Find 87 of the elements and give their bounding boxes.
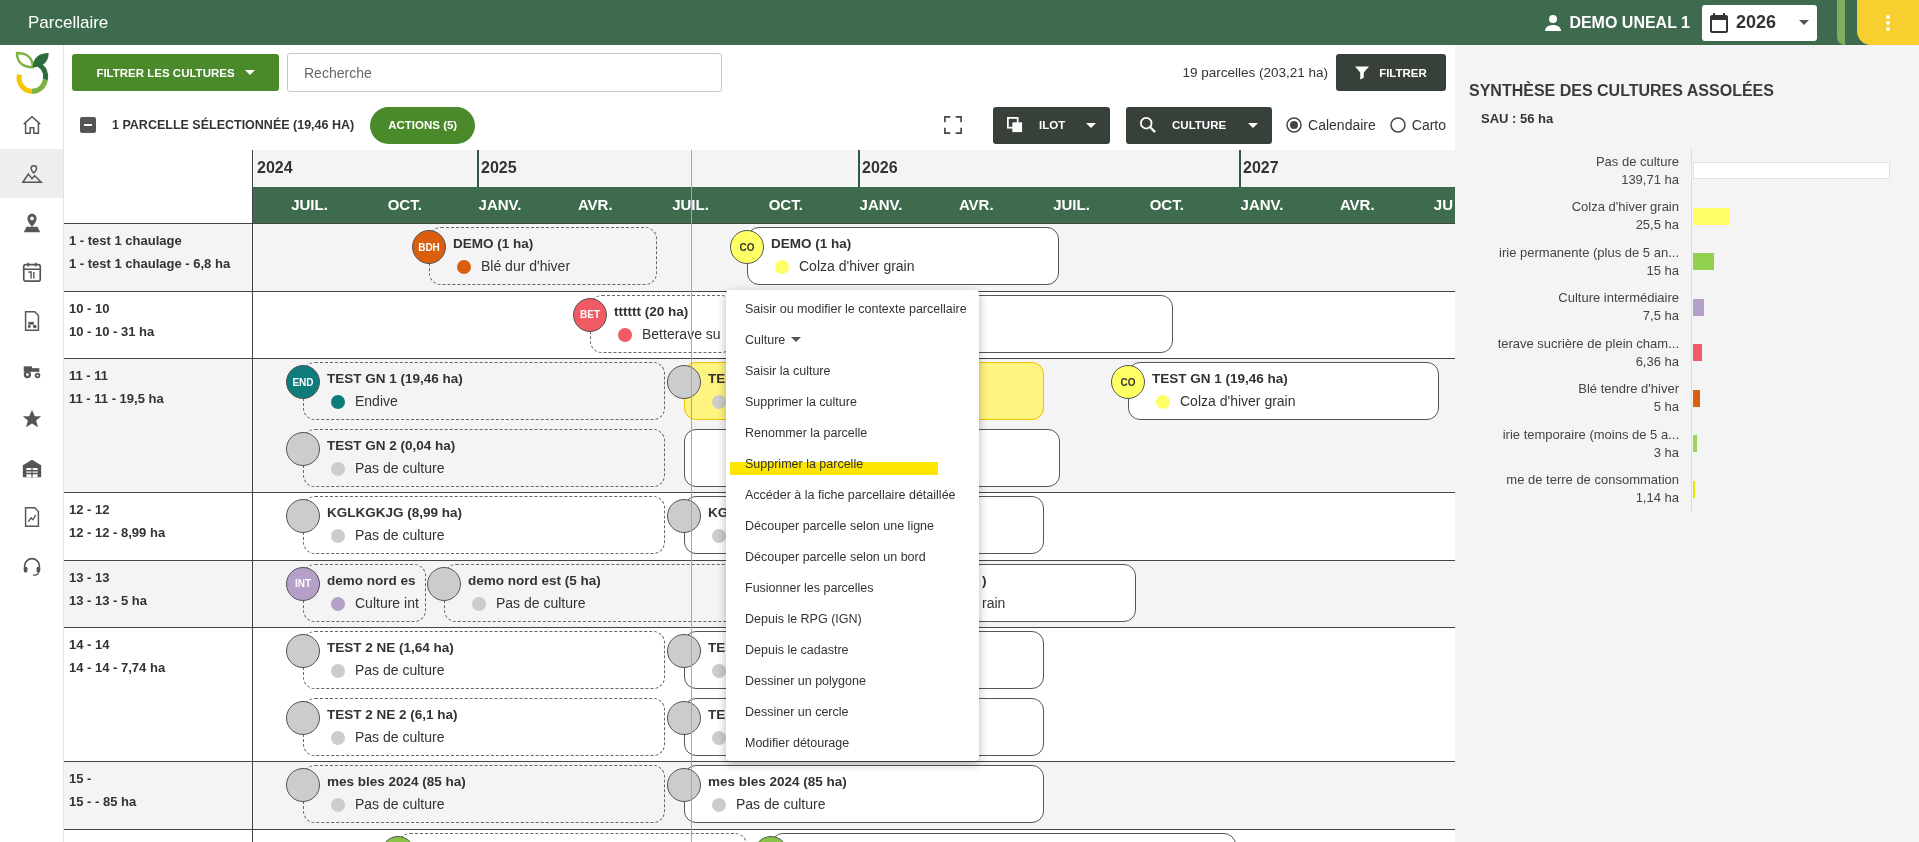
crop-name: rain bbox=[982, 594, 1006, 611]
parcel-name: 14 - 14 bbox=[69, 637, 111, 652]
crop-label: irie permanente (plus de 5 an... bbox=[1499, 243, 1679, 262]
year-label: 2024 bbox=[257, 159, 293, 177]
year-label: 2025 bbox=[481, 159, 517, 177]
crop-label: me de terre de consommation bbox=[1506, 471, 1679, 490]
month-label: JANV. bbox=[1240, 196, 1284, 213]
crop-label: Pas de culture bbox=[1595, 152, 1679, 171]
area-label: 1,14 ha bbox=[1635, 489, 1679, 508]
parcel-area: 14 - 14 - 7,74 ha bbox=[69, 660, 252, 675]
crop-name: Culture int bbox=[355, 594, 419, 611]
card-title: TE bbox=[708, 371, 726, 386]
parcel-name: 10 - 10 bbox=[69, 300, 111, 316]
area-label: 7,5 ha bbox=[1642, 307, 1679, 326]
crop-name: Colza d'hiver grain bbox=[799, 258, 915, 274]
panel-title: SYNTHÈSE DES CULTURES ASSOLÉES bbox=[1469, 81, 1775, 101]
parcel-area: 13 - 13 - 5 ha bbox=[69, 592, 252, 608]
month-label: JANV. bbox=[478, 196, 522, 213]
parcel-area: 15 - - 85 ha bbox=[69, 794, 252, 809]
month-label: JUIL. bbox=[1053, 196, 1090, 213]
card-title: TEST 2 NE (1,64 ha) bbox=[327, 640, 454, 655]
card-title: mes bles 2024 (85 ha) bbox=[708, 774, 847, 789]
crop-badge: END bbox=[286, 365, 320, 399]
parcel-count: 19 parcelles (203,21 ha) bbox=[1182, 65, 1328, 80]
card-title: mes bles 2024 (85 ha) bbox=[327, 774, 466, 789]
crop-name: Pas de culture bbox=[355, 459, 445, 476]
parcel-name: 13 - 13 bbox=[69, 569, 111, 585]
card-title: TEST GN 2 (0,04 ha) bbox=[327, 437, 456, 453]
crop-name: Pas de culture bbox=[355, 728, 445, 745]
crop-badge: CO bbox=[1111, 365, 1145, 399]
year-label: 2027 bbox=[1243, 159, 1279, 177]
selection-label: 1 PARCELLE SÉLECTIONNÉE (19,46 HA) bbox=[112, 118, 355, 132]
parcel-area: 1 - test 1 chaulage - 6,8 ha bbox=[69, 256, 252, 271]
crop-label: Blé tendre d'hiver bbox=[1578, 380, 1679, 399]
crop-label: irie temporaire (moins de 5 a... bbox=[1502, 425, 1679, 444]
parcel-name: 1 - test 1 chaulage bbox=[69, 233, 183, 248]
parcel-area: 11 - 11 - 19,5 ha bbox=[69, 391, 252, 406]
crop-name: Pas de culture bbox=[355, 662, 445, 678]
crop-badge: CO bbox=[730, 230, 764, 264]
month-label: JANV. bbox=[859, 196, 903, 213]
year-label: 2026 bbox=[862, 159, 898, 177]
parcel-name: 11 - 11 bbox=[69, 368, 110, 383]
crop-name: Pas de culture bbox=[496, 594, 586, 611]
crop-name: Pas de culture bbox=[736, 796, 826, 812]
card-title: TEST GN 1 (19,46 ha) bbox=[327, 371, 463, 386]
crop-name: Pas de culture bbox=[355, 796, 445, 812]
crop-label: Colza d'hiver grain bbox=[1571, 198, 1679, 217]
crop-label: Culture intermédiaire bbox=[1558, 289, 1679, 308]
card-title: demo nord est (5 ha) bbox=[468, 572, 601, 588]
area-label: 3 ha bbox=[1653, 443, 1679, 462]
area-label: 5 ha bbox=[1653, 398, 1679, 417]
month-label: OCT. bbox=[768, 196, 803, 213]
card-title: demo nord es bbox=[327, 572, 416, 588]
parcel-area: 12 - 12 - 8,99 ha bbox=[69, 525, 252, 540]
area-label: 6,36 ha bbox=[1635, 352, 1679, 371]
month-label: AVR. bbox=[577, 196, 613, 213]
card-title: ) bbox=[982, 572, 987, 588]
card-title: TEST 2 NE 2 (6,1 ha) bbox=[327, 706, 458, 722]
month-label: JUIL. bbox=[291, 196, 328, 213]
parcel-area: 10 - 10 - 31 ha bbox=[69, 323, 252, 339]
crop-name: Blé dur d'hiver bbox=[481, 258, 571, 274]
crop-badge: INT bbox=[286, 566, 320, 601]
crop-badge: BDH bbox=[412, 230, 446, 264]
area-label: 25,5 ha bbox=[1635, 216, 1679, 235]
crop-name: Colza d'hiver grain bbox=[1180, 393, 1296, 409]
card-title: KGLKGKJG (8,99 ha) bbox=[327, 505, 463, 520]
card-title: DEMO (1 ha) bbox=[453, 236, 534, 251]
card-title: TE bbox=[708, 706, 726, 722]
card-title: TEST GN 1 (19,46 ha) bbox=[1152, 371, 1288, 386]
parcel-name: 12 - 12 bbox=[69, 502, 111, 517]
month-label: AVR. bbox=[958, 196, 994, 213]
crop-badge: BET bbox=[573, 297, 607, 332]
card-title: DEMO (1 ha) bbox=[771, 236, 852, 251]
area-label: 15 ha bbox=[1646, 261, 1679, 280]
crop-name: Endive bbox=[355, 393, 398, 409]
card-title: TE bbox=[708, 640, 726, 655]
area-label: 139,71 ha bbox=[1621, 170, 1679, 189]
page-title: Parcellaire bbox=[28, 12, 110, 33]
parcel-name: 15 - bbox=[69, 771, 93, 786]
month-label: JU bbox=[1433, 196, 1453, 213]
sau-total: SAU : 56 ha bbox=[1481, 111, 1555, 127]
crop-name: Pas de culture bbox=[355, 527, 445, 543]
card-title: tttttt (20 ha) bbox=[614, 303, 689, 319]
month-label: OCT. bbox=[1149, 196, 1184, 213]
crop-label: terave sucrière de plein cham... bbox=[1497, 334, 1679, 353]
month-label: OCT. bbox=[387, 196, 422, 213]
month-label: AVR. bbox=[1339, 196, 1375, 213]
